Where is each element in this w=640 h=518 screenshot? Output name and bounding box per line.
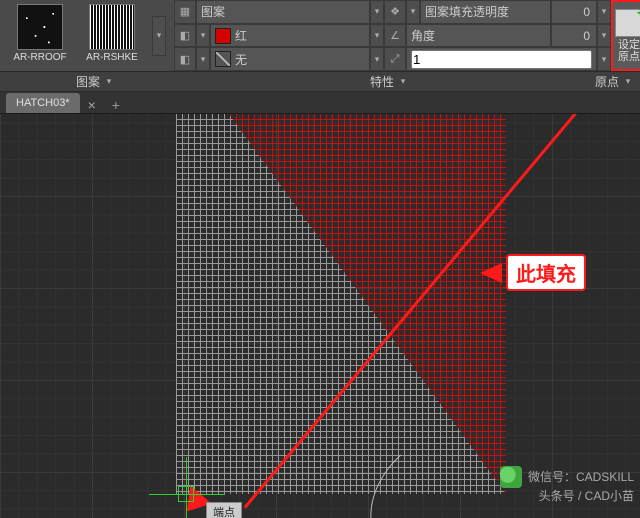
drawing-tabs: HATCH03* × + [0, 92, 640, 114]
hatch-type-icon: ▦ [174, 0, 196, 24]
bgcolor-icon: ◧ [174, 47, 196, 71]
pattern-thumb-icon [17, 4, 63, 50]
watermark: 微信号：CADSKILL 头条号 / CAD小苗 [500, 466, 634, 504]
color-icon: ◧ [174, 24, 196, 48]
set-origin-button[interactable]: 设定 原点 [611, 0, 640, 71]
panel-label-pattern[interactable]: 图案▾ [0, 72, 190, 91]
osnap-tooltip: 端点 [206, 502, 242, 518]
color-swatch-red-icon [215, 28, 231, 44]
set-origin-label: 设定 原点 [618, 39, 640, 63]
transparency-mode-dropdown[interactable]: ▾ [406, 0, 420, 24]
scale-stepper[interactable]: ▾ [597, 47, 611, 71]
angle-label: 角度 [406, 24, 551, 48]
transparency-value[interactable]: 0 [551, 0, 597, 24]
pattern-swatch-label: AR-RROOF [13, 52, 66, 63]
scale-input[interactable] [411, 50, 592, 69]
watermark-line2: 头条号 / CAD小苗 [500, 488, 634, 504]
color-picker-dropdown[interactable]: ▾ [196, 24, 210, 48]
hatch-type-field[interactable]: 图案 [196, 0, 370, 24]
tab-new-button[interactable]: + [104, 97, 128, 113]
transparency-icon: ❖ [384, 0, 406, 24]
pattern-swatch-ar-rshke[interactable]: AR-RSHKE [80, 4, 144, 67]
angle-icon: ∠ [384, 24, 406, 48]
pattern-swatch-ar-rroof[interactable]: AR-RROOF [8, 4, 72, 67]
pattern-thumb-icon [89, 4, 135, 50]
hatch-color-field[interactable]: 红 [210, 24, 370, 48]
tab-label: HATCH03* [16, 97, 70, 109]
transparency-label: 图案填充透明度 [420, 0, 551, 24]
ribbon: AR-RROOF AR-RSHKE ▾ ▦ 图案 ▾ ❖ ▾ 图案填充透明度 0… [0, 0, 640, 72]
annotation-callout: 此填充 [480, 254, 586, 291]
panel-label-origin[interactable]: 原点▾ [588, 72, 640, 91]
drawing-area[interactable]: 此填充 端点 微信号：CADSKILL 头条号 / CAD小苗 [0, 114, 640, 518]
callout-arrow-icon [480, 263, 502, 283]
color-swatch-none-icon [215, 51, 231, 67]
tab-close-button[interactable]: × [82, 97, 102, 113]
transparency-stepper[interactable]: ▾ [597, 0, 611, 24]
watermark-line1: 微信号：CADSKILL [528, 469, 634, 485]
pattern-swatch-group: AR-RROOF AR-RSHKE ▾ [0, 0, 174, 71]
pattern-swatch-label: AR-RSHKE [86, 52, 138, 63]
hatch-bgcolor-dropdown[interactable]: ▾ [370, 47, 384, 71]
callout-text: 此填充 [506, 254, 586, 291]
osnap-endpoint-marker [178, 486, 194, 502]
panel-label-properties[interactable]: 特性▾ [190, 72, 588, 91]
hatch-color-value: 红 [235, 27, 247, 44]
set-origin-icon [615, 9, 640, 37]
ribbon-panel-labels: 图案▾ 特性▾ 原点▾ [0, 72, 640, 92]
properties-group: ▦ 图案 ▾ ❖ ▾ 图案填充透明度 0 ▾ ◧ ▾ 红 ▾ ∠ 角度 0 [174, 0, 611, 71]
tab-hatch03[interactable]: HATCH03* [6, 93, 80, 113]
angle-value[interactable]: 0 [551, 24, 597, 48]
hatch-type-value: 图案 [201, 3, 225, 20]
scale-field[interactable] [406, 47, 597, 71]
wechat-icon [500, 466, 522, 488]
hatch-bgcolor-field[interactable]: 无 [210, 47, 370, 71]
pattern-more-dropdown[interactable]: ▾ [152, 16, 166, 56]
hatch-color-dropdown[interactable]: ▾ [370, 24, 384, 48]
hatch-type-dropdown[interactable]: ▾ [370, 0, 384, 24]
hatch-bgcolor-value: 无 [235, 51, 247, 68]
scale-icon: ⤢ [384, 47, 406, 71]
angle-stepper[interactable]: ▾ [597, 24, 611, 48]
bgcolor-picker-dropdown[interactable]: ▾ [196, 47, 210, 71]
